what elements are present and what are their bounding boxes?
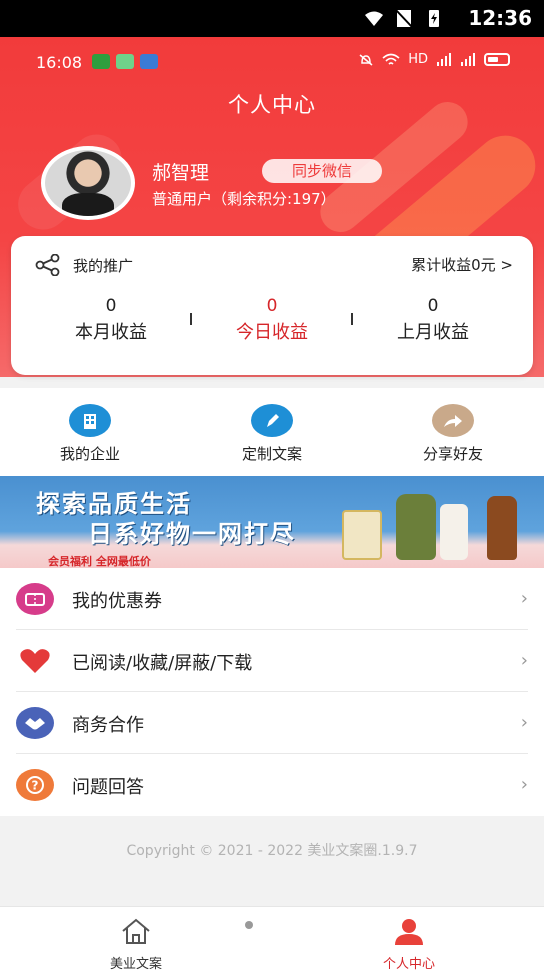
phone-status-bar: 16:08 HD [0, 37, 544, 87]
product-image [342, 510, 382, 560]
wifi-icon [382, 53, 400, 65]
promotion-title: 我的推广 [73, 256, 134, 275]
question-icon: ? [16, 769, 54, 801]
menu-item-history[interactable]: 已阅读/收藏/屏蔽/下载 › [0, 630, 544, 692]
menu-item-label: 已阅读/收藏/屏蔽/下载 [72, 653, 253, 674]
heart-icon [16, 645, 54, 677]
stat-label: 上月收益 [397, 322, 469, 343]
handshake-icon [16, 707, 54, 739]
screen: 12:36 16:08 HD 个人中心 郝智理 同步微信 普通用户（剩余积分:1… [0, 0, 544, 974]
coupon-icon [16, 583, 54, 615]
notification-icons [92, 54, 158, 69]
stat-this-month[interactable]: 0 本月收益 [31, 296, 191, 344]
promotion-header: 我的推广 [35, 254, 133, 276]
banner-tag: 会员福利 全网最低价 [48, 555, 151, 568]
user-name: 郝智理 [152, 162, 210, 184]
phone-time: 16:08 [36, 53, 83, 72]
product-image [440, 504, 468, 560]
stat-value: 0 [105, 296, 117, 316]
battery-icon [484, 53, 510, 66]
avatar[interactable] [41, 146, 135, 220]
menu-item-label: 我的优惠券 [72, 591, 162, 612]
signal-icon [461, 52, 475, 66]
nav-tab-profile[interactable]: 个人中心 [349, 917, 469, 972]
menu-item-label: 商务合作 [72, 715, 144, 736]
cloud-notification-icon [140, 54, 158, 69]
action-label: 定制文案 [241, 445, 302, 463]
device-time: 12:36 [468, 6, 532, 30]
battery-charging-icon [429, 10, 439, 27]
action-share-friends[interactable]: 分享好友 [378, 404, 528, 464]
home-icon [122, 918, 150, 944]
pencil-icon [251, 404, 293, 437]
avatar-photo [45, 150, 131, 216]
no-sim-icon [395, 9, 413, 28]
menu-item-label: 问题回答 [72, 777, 144, 798]
phone-status-icons: HD [358, 52, 510, 67]
device-status-icons [364, 8, 444, 28]
stat-label: 本月收益 [75, 322, 147, 343]
menu-item-faq[interactable]: ? 问题回答 › [0, 754, 544, 816]
mute-icon [359, 53, 373, 66]
person-icon [395, 919, 423, 945]
nav-tab-label: 个人中心 [382, 957, 435, 972]
chevron-right-icon: › [520, 650, 528, 671]
promo-banner[interactable]: 探索品质生活 日系好物一网打尽 会员福利 全网最低价 [0, 476, 544, 568]
device-status-bar: 12:36 [0, 0, 544, 37]
network-label: HD [408, 52, 428, 67]
product-image [396, 494, 436, 560]
app-notification-icon [92, 54, 110, 69]
stat-value: 0 [266, 296, 278, 316]
user-level: 普通用户（剩余积分:197） [152, 190, 336, 208]
action-my-company[interactable]: 我的企业 [15, 404, 165, 464]
wifi-icon [365, 11, 383, 26]
page-title: 个人中心 [228, 93, 316, 117]
share-arrow-icon [432, 404, 474, 437]
bottom-nav: 美业文案 个人中心 [0, 906, 544, 974]
signal-icon [437, 52, 451, 66]
chevron-right-icon: › [520, 712, 528, 733]
stat-label: 今日收益 [236, 322, 308, 343]
svg-text:?: ? [32, 779, 39, 793]
action-custom-copy[interactable]: 定制文案 [197, 404, 347, 464]
banner-subline: 日系好物一网打尽 [88, 520, 296, 548]
copyright-text: Copyright © 2021 - 2022 美业文案圈.1.9.7 [126, 843, 418, 859]
phone-notification-icon [116, 54, 134, 69]
nav-tab-home[interactable]: 美业文案 [76, 917, 196, 972]
menu-item-coupons[interactable]: 我的优惠券 › [0, 568, 544, 630]
chevron-right-icon: › [520, 588, 528, 609]
page-indicator-dot [245, 921, 253, 929]
building-icon [69, 404, 111, 437]
stat-today[interactable]: 0 今日收益 [192, 296, 352, 344]
promotion-card: 我的推广 累计收益0元 > 0 本月收益 0 今日收益 0 上月收益 [11, 236, 533, 375]
sync-wechat-button[interactable]: 同步微信 [262, 159, 382, 183]
quick-actions: 我的企业 定制文案 分享好友 [0, 388, 544, 476]
total-earnings-link[interactable]: 累计收益0元 > [411, 254, 513, 275]
product-image [487, 496, 517, 560]
menu-item-business[interactable]: 商务合作 › [0, 692, 544, 754]
stat-value: 0 [427, 296, 439, 316]
menu-list: 我的优惠券 › 已阅读/收藏/屏蔽/下载 › 商务合作 › ? 问题回答 › [0, 568, 544, 816]
action-label: 我的企业 [59, 445, 120, 463]
share-icon [35, 254, 60, 276]
action-label: 分享好友 [422, 445, 483, 463]
nav-tab-label: 美业文案 [109, 957, 162, 972]
stat-last-month[interactable]: 0 上月收益 [353, 296, 513, 344]
chevron-right-icon: › [520, 774, 528, 795]
